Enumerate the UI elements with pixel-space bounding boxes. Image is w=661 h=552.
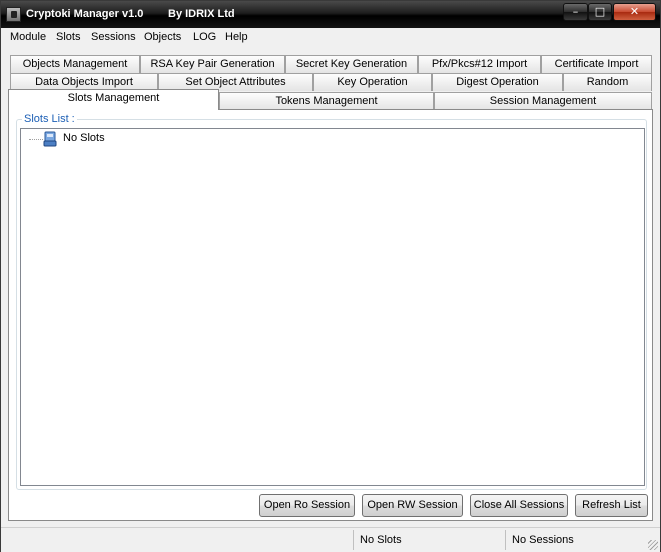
menu-bar: Module Slots Sessions Objects LOG Help xyxy=(1,28,660,48)
main-window: Cryptoki Manager v1.0 By IDRIX Ltd – □ ✕… xyxy=(0,0,661,552)
menu-sessions[interactable]: Sessions xyxy=(91,31,136,43)
tab-tokens-management[interactable]: Tokens Management xyxy=(219,92,434,110)
tab-secret-key-generation[interactable]: Secret Key Generation xyxy=(285,55,418,73)
refresh-list-button[interactable]: Refresh List xyxy=(575,494,648,517)
tree-item-no-slots[interactable]: No Slots xyxy=(63,132,105,144)
minimize-button[interactable]: – xyxy=(563,3,588,21)
menu-module[interactable]: Module xyxy=(10,31,46,43)
window-subtitle: By IDRIX Ltd xyxy=(168,8,235,20)
app-icon[interactable] xyxy=(6,7,21,22)
tree-connector xyxy=(29,139,43,140)
menu-help[interactable]: Help xyxy=(225,31,248,43)
status-sessions: No Sessions xyxy=(505,530,660,550)
slots-list-group: Slots List : No Slots xyxy=(16,113,647,490)
menu-slots[interactable]: Slots xyxy=(56,31,80,43)
tab-digest-operation[interactable]: Digest Operation xyxy=(432,73,563,91)
close-all-sessions-button[interactable]: Close All Sessions xyxy=(470,494,568,517)
tab-certificate-import[interactable]: Certificate Import xyxy=(541,55,652,73)
close-button[interactable]: ✕ xyxy=(613,3,656,21)
tab-session-management[interactable]: Session Management xyxy=(434,92,652,110)
tab-rsa-key-pair-generation[interactable]: RSA Key Pair Generation xyxy=(140,55,285,73)
status-slots: No Slots xyxy=(353,530,505,550)
status-bar: No Slots No Sessions xyxy=(1,527,660,552)
menu-log[interactable]: LOG xyxy=(193,31,216,43)
window-title: Cryptoki Manager v1.0 xyxy=(26,8,144,20)
maximize-button[interactable]: □ xyxy=(588,3,612,21)
open-ro-session-button[interactable]: Open Ro Session xyxy=(259,494,355,517)
slots-list-label: Slots List : xyxy=(22,113,77,125)
slots-tree[interactable]: No Slots xyxy=(20,128,645,486)
menu-objects[interactable]: Objects xyxy=(144,31,181,43)
tab-random[interactable]: Random xyxy=(563,73,652,91)
slots-management-panel: Slots List : No Slots Open Ro Session Op… xyxy=(8,109,653,521)
tab-slots-management[interactable]: Slots Management xyxy=(8,89,219,110)
tab-pfx-import[interactable]: Pfx/Pkcs#12 Import xyxy=(418,55,541,73)
tab-objects-management[interactable]: Objects Management xyxy=(10,55,140,73)
smartcard-reader-icon xyxy=(43,131,57,147)
open-rw-session-button[interactable]: Open RW Session xyxy=(362,494,463,517)
status-pane-main xyxy=(1,530,353,550)
resize-grip[interactable] xyxy=(648,540,658,550)
tab-key-operation[interactable]: Key Operation xyxy=(313,73,432,91)
title-bar[interactable]: Cryptoki Manager v1.0 By IDRIX Ltd – □ ✕ xyxy=(1,1,660,28)
